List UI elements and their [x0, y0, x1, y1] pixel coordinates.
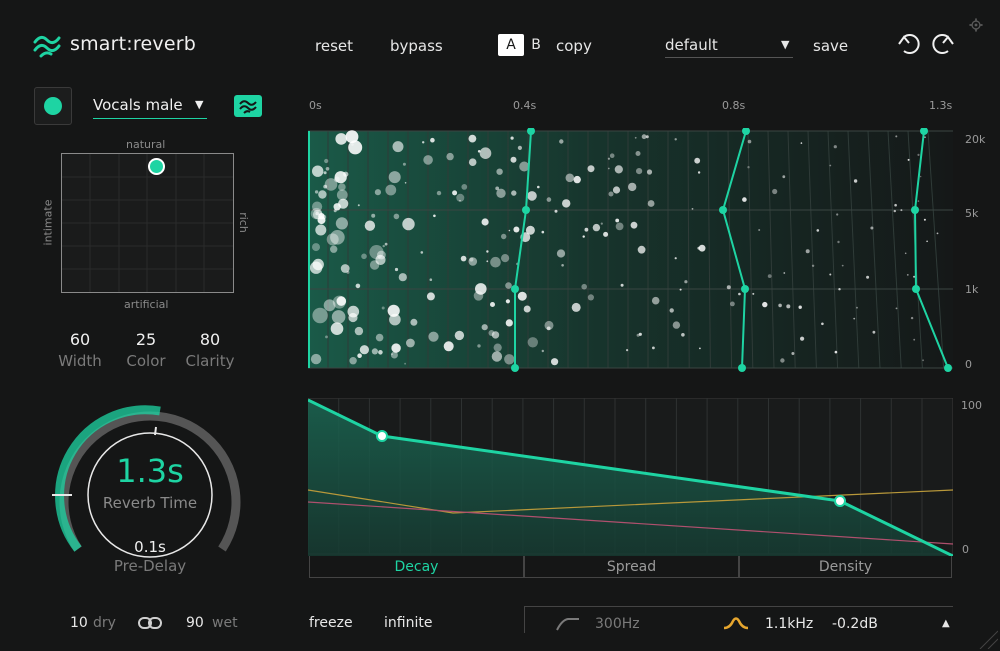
undo-icon[interactable] — [896, 31, 924, 57]
pad-handle[interactable] — [148, 158, 165, 175]
profile-value: Vocals male — [93, 96, 183, 114]
spectrogram-display[interactable] — [308, 128, 953, 373]
learn-indicator — [44, 97, 62, 115]
predelay-label: Pre-Delay — [113, 557, 187, 575]
resize-handle-icon[interactable] — [976, 627, 998, 649]
save-button[interactable]: save — [813, 37, 848, 55]
envelope-bottom-value: 0 — [962, 543, 969, 556]
ab-b-button[interactable]: B — [523, 34, 549, 56]
pad-left-label: intimate — [41, 199, 55, 246]
envelope-display[interactable] — [308, 398, 953, 556]
low-cut-value[interactable]: 300Hz — [595, 616, 640, 632]
freq-label-1: 5k — [965, 207, 979, 220]
width-label: Width — [58, 352, 102, 370]
predelay-value[interactable]: 0.1s — [100, 538, 200, 556]
chevron-down-icon: ▼ — [781, 38, 790, 51]
width-value[interactable]: 60 — [50, 330, 110, 349]
pad-grid — [62, 154, 233, 292]
pad-bottom-label: artificial — [124, 298, 169, 311]
freq-label-2: 1k — [965, 283, 979, 296]
wet-label: wet — [212, 615, 238, 631]
link-icon[interactable] — [138, 616, 162, 630]
chevron-down-icon: ▼ — [195, 98, 204, 111]
freeze-button[interactable]: freeze — [309, 615, 353, 631]
dry-value[interactable]: 10 — [70, 615, 88, 631]
reverb-time-value: 1.3s — [116, 452, 184, 490]
color-value[interactable]: 25 — [116, 330, 176, 349]
clarity-value[interactable]: 80 — [180, 330, 240, 349]
tab-density[interactable]: Density — [739, 556, 952, 578]
freq-label-0: 20k — [965, 133, 986, 146]
decay-point-1 — [376, 430, 388, 442]
time-label-2: 0.8s — [722, 99, 746, 112]
profile-action-button[interactable] — [234, 95, 262, 117]
bell-eq-icon[interactable] — [723, 617, 749, 631]
ab-a-button[interactable]: A — [498, 34, 524, 56]
eq-strip: 300Hz 1.1kHz -0.2dB ▲ — [524, 606, 953, 633]
pad-right-label: rich — [236, 212, 250, 233]
expand-up-icon[interactable]: ▲ — [942, 618, 950, 629]
app-name: smart:reverb — [70, 33, 197, 55]
profile-select[interactable]: Vocals male ▼ — [93, 94, 207, 119]
clarity-label: Clarity — [185, 352, 235, 370]
bypass-button[interactable]: bypass — [390, 37, 443, 55]
character-pad[interactable] — [61, 153, 234, 293]
logo: smart:reverb — [32, 30, 202, 60]
time-label-3: 1.3s — [929, 99, 953, 112]
low-cut-icon[interactable] — [556, 617, 580, 631]
infinite-button[interactable]: infinite — [384, 615, 432, 631]
pad-top-label: natural — [126, 138, 166, 151]
bell-freq-value[interactable]: 1.1kHz — [765, 616, 813, 632]
tab-decay[interactable]: Decay — [309, 556, 524, 578]
time-label-0: 0s — [309, 99, 322, 112]
dry-label: dry — [93, 615, 116, 631]
logo-mini-icon — [239, 100, 257, 114]
reset-button[interactable]: reset — [315, 37, 353, 55]
reverb-time-label: Reverb Time — [102, 494, 198, 512]
decay-point-2 — [834, 495, 846, 507]
learn-button[interactable] — [34, 87, 72, 125]
logo-icon — [33, 35, 61, 58]
redo-icon[interactable] — [928, 31, 956, 57]
bell-gain-value[interactable]: -0.2dB — [832, 616, 878, 632]
tab-spread[interactable]: Spread — [524, 556, 739, 578]
envelope-top-value: 100 — [961, 399, 982, 412]
gear-icon[interactable] — [969, 18, 983, 32]
copy-button[interactable]: copy — [556, 37, 592, 55]
preset-value: default — [665, 36, 718, 54]
wet-value[interactable]: 90 — [186, 615, 204, 631]
freq-label-3: 0 — [965, 358, 972, 371]
color-label: Color — [126, 352, 166, 370]
time-label-1: 0.4s — [513, 99, 537, 112]
preset-select[interactable]: default ▼ — [665, 33, 793, 58]
